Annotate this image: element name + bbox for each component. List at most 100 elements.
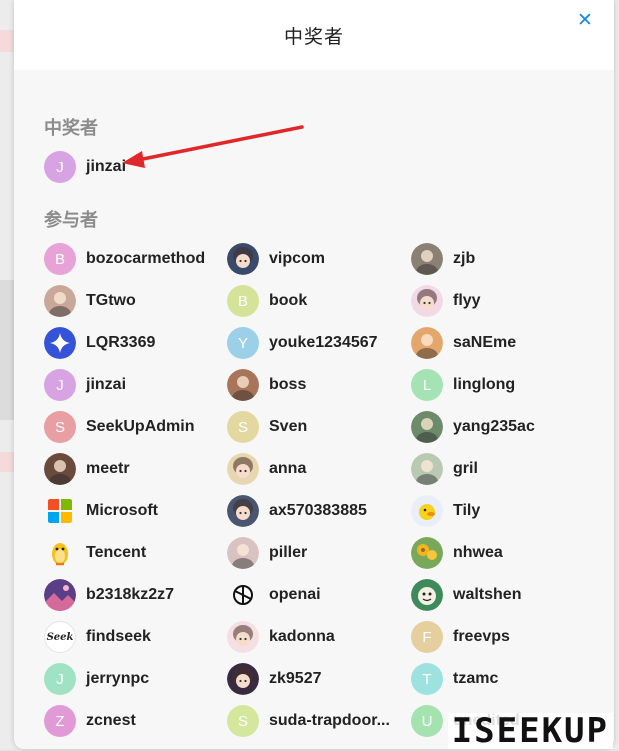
user-name[interactable]: piller (269, 544, 307, 562)
landscape-avatar-icon (44, 579, 76, 611)
user-name[interactable]: anna (269, 460, 306, 478)
user-name[interactable]: Microsoft (86, 502, 158, 520)
user-name[interactable]: bozocarmethod (86, 250, 205, 268)
winners-modal: 中奖者 ✕ 中奖者 Jjinzai 参与者 Bbozocarmethod vipc… (14, 0, 614, 749)
photo-avatar-icon (411, 243, 443, 275)
participant-item[interactable]: waltshen (411, 579, 521, 611)
participant-item[interactable]: Bbozocarmethod (44, 243, 205, 275)
participant-item[interactable]: zjb (411, 243, 475, 275)
participant-item[interactable]: flyy (411, 285, 481, 317)
participant-item[interactable]: zk9527 (227, 663, 322, 695)
participant-item[interactable]: Zzcnest (44, 705, 136, 737)
user-name[interactable]: zcnest (86, 712, 136, 730)
photo-avatar-icon (411, 411, 443, 443)
user-name[interactable]: findseek (86, 628, 151, 646)
participant-item[interactable]: TGtwo (44, 285, 136, 317)
initial-avatar-icon: T (411, 663, 443, 695)
initial-avatar-icon: U (411, 705, 443, 737)
user-name[interactable]: TGtwo (86, 292, 136, 310)
initial-avatar-icon: Z (44, 705, 76, 737)
participant-item[interactable]: saNEme (411, 327, 516, 359)
user-name[interactable]: freevps (453, 628, 510, 646)
duck-avatar-icon (411, 495, 443, 527)
participant-item[interactable]: Ssuda-trapdoor... (227, 705, 390, 737)
user-name[interactable]: boss (269, 376, 306, 394)
user-name[interactable]: meetr (86, 460, 130, 478)
user-name[interactable]: saNEme (453, 334, 516, 352)
participant-item[interactable]: Seek findseek (44, 621, 151, 653)
close-icon[interactable]: ✕ (577, 11, 593, 30)
participant-item[interactable]: anna (227, 453, 306, 485)
participant-item[interactable]: vipcom (227, 243, 325, 275)
anime-avatar-icon (227, 453, 259, 485)
user-name[interactable]: b2318kz2z7 (86, 586, 174, 604)
participant-item[interactable]: S SeekUpAdmin (44, 411, 194, 443)
user-name[interactable]: youke1234567 (269, 334, 378, 352)
user-name[interactable]: book (269, 292, 307, 310)
anime-avatar-icon (227, 621, 259, 653)
participant-item[interactable]: Bbook (227, 285, 307, 317)
participant-item[interactable]: Tencent (44, 537, 146, 569)
initial-avatar-icon: B (44, 243, 76, 275)
winners-heading: 中奖者 (44, 118, 98, 138)
user-name[interactable]: tzamc (453, 670, 498, 688)
participant-item[interactable]: boss (227, 369, 306, 401)
user-name[interactable]: jinzai (86, 158, 126, 176)
initial-avatar-icon: S (227, 411, 259, 443)
seek-logo-text: Seek (46, 631, 74, 643)
participant-item[interactable]: nhwea (411, 537, 503, 569)
participant-item[interactable]: piller (227, 537, 307, 569)
user-name[interactable]: Sven (269, 418, 307, 436)
photo-avatar-icon (44, 285, 76, 317)
user-name[interactable]: jerrynpc (86, 670, 149, 688)
user-name[interactable]: Tily (453, 502, 480, 520)
user-name[interactable]: flyy (453, 292, 481, 310)
photo-avatar-icon (411, 327, 443, 359)
backdrop-strip (0, 452, 14, 472)
user-name[interactable]: zk9527 (269, 670, 322, 688)
winner-item[interactable]: Jjinzai (44, 151, 126, 183)
windows-logo-icon (44, 495, 76, 527)
user-name[interactable]: SeekUpAdmin (86, 418, 194, 436)
user-name[interactable]: yang235ac (453, 418, 535, 436)
participant-item[interactable]: b2318kz2z7 (44, 579, 174, 611)
flower-avatar-icon (411, 537, 443, 569)
photo-avatar-icon (411, 453, 443, 485)
participant-item[interactable]: openai (227, 579, 321, 611)
photo-avatar-icon (44, 453, 76, 485)
participant-item[interactable]: LQR3369 (44, 327, 155, 359)
user-name[interactable]: nhwea (453, 544, 503, 562)
user-name[interactable]: linglong (453, 376, 515, 394)
user-name[interactable]: vipcom (269, 250, 325, 268)
user-name[interactable]: kadonna (269, 628, 335, 646)
participant-item[interactable]: gril (411, 453, 478, 485)
participant-item[interactable]: Llinglong (411, 369, 515, 401)
anime-avatar-icon (411, 285, 443, 317)
site-watermark: ISEEKUP (447, 713, 613, 749)
user-name[interactable]: gril (453, 460, 478, 478)
participant-item[interactable]: Tily (411, 495, 480, 527)
photo-avatar-icon (227, 369, 259, 401)
participant-item[interactable]: Microsoft (44, 495, 158, 527)
participant-item[interactable]: Yyouke1234567 (227, 327, 378, 359)
user-name[interactable]: Tencent (86, 544, 146, 562)
user-name[interactable]: suda-trapdoor... (269, 712, 390, 730)
user-name[interactable]: jinzai (86, 376, 126, 394)
participant-item[interactable]: ax570383885 (227, 495, 367, 527)
initial-avatar-icon: S (227, 705, 259, 737)
user-name[interactable]: openai (269, 586, 321, 604)
seek-logo-icon: Seek (44, 621, 76, 653)
participant-item[interactable]: Jjerrynpc (44, 663, 149, 695)
user-name[interactable]: zjb (453, 250, 475, 268)
participant-item[interactable]: Ffreevps (411, 621, 510, 653)
participant-item[interactable]: Ttzamc (411, 663, 498, 695)
user-name[interactable]: ax570383885 (269, 502, 367, 520)
participant-item[interactable]: S Sven (227, 411, 307, 443)
user-name[interactable]: LQR3369 (86, 334, 155, 352)
participant-item[interactable]: kadonna (227, 621, 335, 653)
penguin-logo-icon (44, 537, 76, 569)
participant-item[interactable]: Jjinzai (44, 369, 126, 401)
participant-item[interactable]: yang235ac (411, 411, 535, 443)
user-name[interactable]: waltshen (453, 586, 521, 604)
participant-item[interactable]: meetr (44, 453, 130, 485)
